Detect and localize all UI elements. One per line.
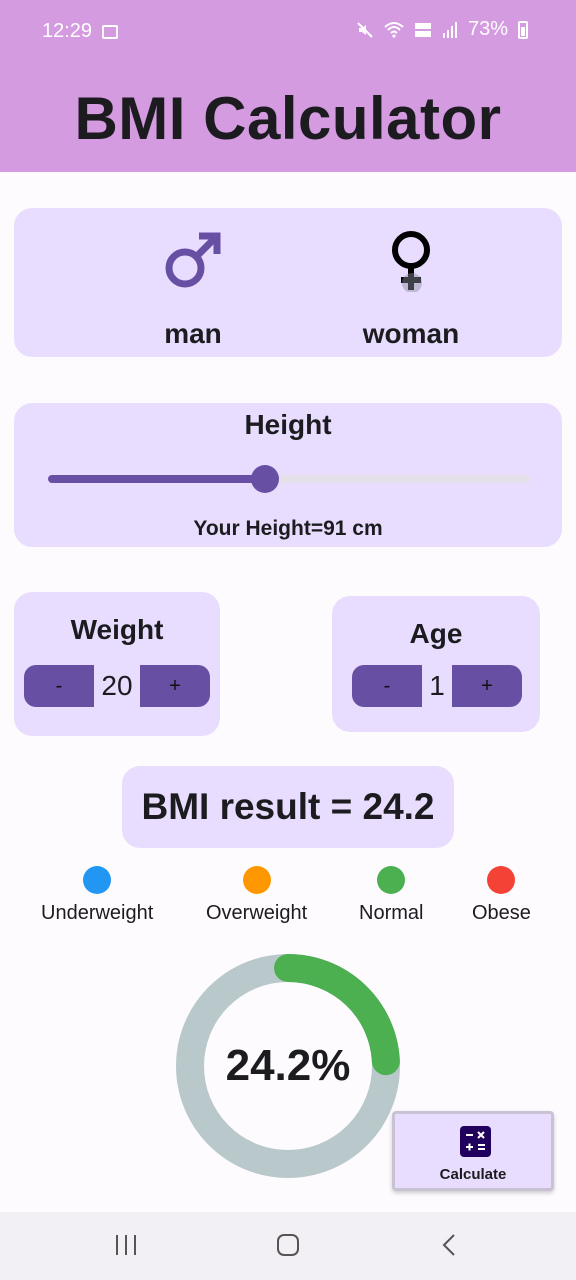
age-increment-button[interactable]: + <box>452 665 522 707</box>
legend-underweight: Underweight <box>41 866 153 925</box>
height-title: Height <box>244 409 332 440</box>
female-icon <box>392 231 430 292</box>
male-icon <box>165 232 221 288</box>
volte-icon <box>414 22 431 37</box>
weight-increment-button[interactable]: + <box>140 665 210 707</box>
age-stepper: - 1 + <box>352 665 522 707</box>
legend-label: Obese <box>472 902 531 924</box>
weight-value: 20 <box>101 670 133 701</box>
legend-dot <box>377 866 406 894</box>
legend-dot <box>487 866 516 894</box>
gender-card: man woman <box>14 208 562 357</box>
legend-label: Overweight <box>206 902 308 924</box>
battery-percent: 73% <box>467 18 508 40</box>
home-icon[interactable] <box>276 1232 300 1258</box>
age-decrement-button[interactable]: - <box>352 665 422 707</box>
weight-stepper: - 20 + <box>24 665 210 707</box>
app-bar: BMI Calculator <box>0 64 576 172</box>
battery-icon <box>518 20 528 39</box>
weight-decrement-button[interactable]: - <box>24 665 94 707</box>
back-icon[interactable] <box>440 1232 460 1258</box>
bmi-gauge: 24.2% <box>176 954 400 1178</box>
legend-normal: Normal <box>359 866 423 925</box>
gauge-percent-text: 24.2% <box>225 1041 351 1090</box>
status-icons: 73% <box>356 18 528 41</box>
legend-label: Underweight <box>41 902 154 924</box>
height-slider-active-track <box>48 475 265 483</box>
legend-dot <box>242 866 271 894</box>
legend-label: Normal <box>359 902 424 924</box>
screenshot-icon <box>102 25 118 39</box>
weight-title: Weight <box>70 614 164 645</box>
recents-icon[interactable] <box>114 1232 138 1258</box>
height-slider-thumb[interactable] <box>250 465 279 493</box>
gender-man-button[interactable]: man <box>113 228 273 350</box>
signal-icon <box>442 21 457 38</box>
age-card: Age - 1 + <box>332 596 540 732</box>
age-title: Age <box>409 618 463 649</box>
bmi-result-text: BMI result = 24.2 <box>141 786 435 827</box>
height-slider[interactable] <box>48 465 530 493</box>
wifi-icon <box>384 21 404 38</box>
system-nav-bar <box>0 1212 576 1280</box>
legend-dot <box>83 866 112 894</box>
gender-woman-label: woman <box>362 318 460 349</box>
page-title: BMI Calculator <box>74 84 502 152</box>
gender-woman-button[interactable]: woman <box>331 228 491 350</box>
weight-card: Weight - 20 + <box>14 592 220 736</box>
status-bar: 12:29 73% <box>0 0 576 64</box>
legend-overweight: Overweight <box>206 866 307 925</box>
bmi-result-card: BMI result = 24.2 <box>122 766 454 848</box>
height-value: Your Height=91 cm <box>193 517 383 540</box>
age-value: 1 <box>429 670 445 701</box>
calculate-button[interactable]: Calculate <box>392 1111 554 1191</box>
status-time: 12:29 <box>42 20 93 42</box>
legend-obese: Obese <box>472 866 531 925</box>
calculate-label: Calculate <box>439 1166 507 1183</box>
gender-man-label: man <box>164 318 222 349</box>
mute-icon <box>357 21 373 38</box>
calculator-icon <box>460 1126 491 1157</box>
height-card: Height Your Height=91 cm <box>14 403 562 547</box>
